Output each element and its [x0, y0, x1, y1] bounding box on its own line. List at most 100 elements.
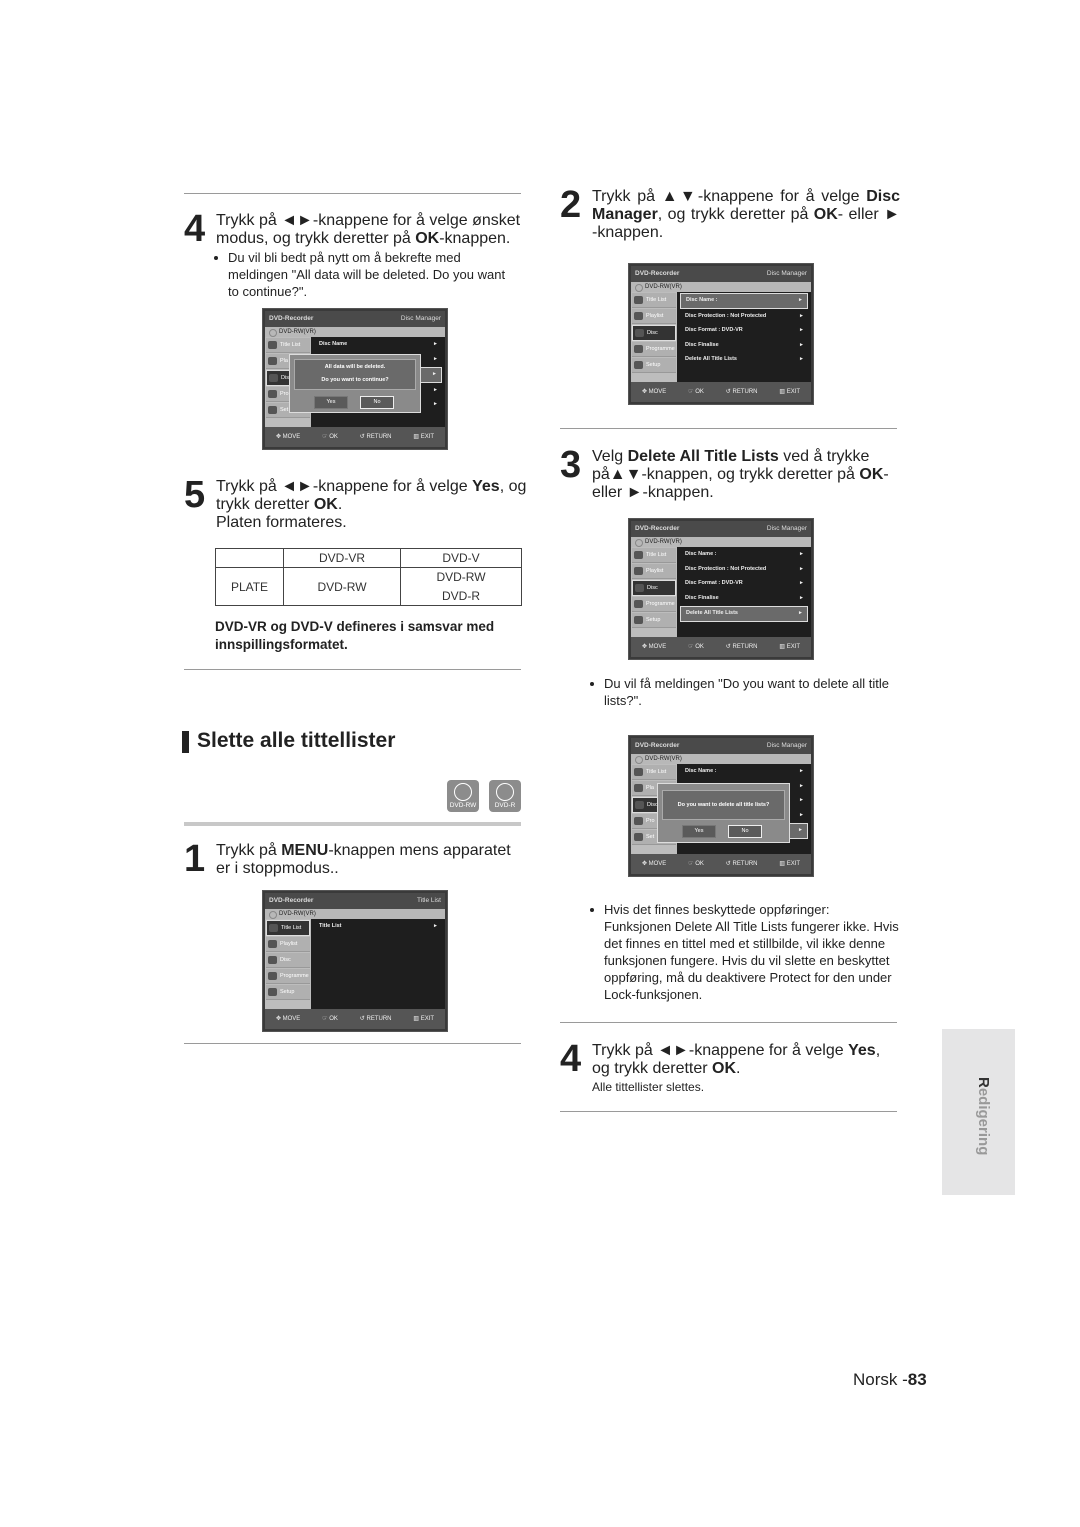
step-number: 1 [184, 838, 206, 880]
osd-sidebar: Title List Playlist Disc Manager Program… [631, 547, 677, 637]
clock-icon [634, 817, 643, 825]
no-button[interactable]: No [728, 825, 762, 838]
osd-sidebar: Title List Playlist Disc Manager Program… [265, 919, 311, 1009]
step-text: Trykk på ◄►-knappene for å velge Yes, og… [216, 478, 527, 531]
arrow-right-icon: ► [433, 923, 438, 929]
menu-title-list[interactable]: Title List [632, 548, 676, 563]
playlist-icon [268, 940, 277, 948]
menu-playlist[interactable]: Playlist [266, 937, 310, 952]
row-title-list[interactable]: Title List ► [314, 920, 442, 934]
menu-setup[interactable]: Setup [632, 358, 676, 373]
yes-button[interactable]: Yes [682, 825, 716, 838]
move-hint: ✥ MOVE [641, 861, 667, 867]
return-hint: ↺ RETURN [725, 861, 758, 867]
osd-title-list: DVD-Recorder Title List DVD-RW(VR) Title … [262, 890, 448, 1032]
row-disc-name[interactable]: Disc Name ► [314, 338, 442, 352]
menu-title-list[interactable]: Title List [266, 338, 310, 353]
clock-icon [268, 972, 277, 980]
row-disc-finalise[interactable]: Disc Finalise ► [680, 339, 808, 353]
format-table: DVD-VR DVD-V PLATE DVD-RW DVD-RW DVD-R [215, 548, 522, 606]
row-disc-name[interactable]: Disc Name : ► [680, 293, 808, 309]
menu-disc-manager[interactable]: Disc Manager [266, 953, 310, 977]
arrow-right-icon: ► [433, 355, 438, 362]
return-hint: ↺ RETURN [359, 1016, 392, 1022]
playlist-icon [268, 357, 277, 365]
osd-footer: ✥ MOVE ☞ OK ↺ RETURN ▥ EXIT [631, 382, 811, 402]
step-number: 2 [560, 184, 582, 226]
right-step-3: 3 Velg Delete All Title Lists ved å tryk… [560, 446, 900, 502]
gear-icon [634, 616, 643, 624]
move-hint: ✥ MOVE [275, 1016, 301, 1022]
yes-button[interactable]: Yes [314, 396, 348, 409]
arrow-right-icon: ► [433, 401, 438, 407]
menu-programme[interactable]: Programme [632, 342, 676, 357]
menu-playlist[interactable]: Playlist [632, 309, 676, 324]
row-disc-format[interactable]: Disc Format : DVD-VR ► [680, 324, 808, 338]
table-header: DVD-V [400, 548, 522, 568]
menu-setup[interactable]: Setup [266, 985, 310, 1000]
menu-disc-manager[interactable]: Disc Manager [632, 580, 676, 605]
menu-title-list[interactable]: Title List [266, 920, 310, 936]
ok-hint: ☞ OK [322, 1016, 338, 1022]
disc-type: DVD-RW(VR) [265, 909, 445, 919]
menu-title-list[interactable]: Title List [632, 765, 676, 780]
menu-title-list[interactable]: Title List [632, 293, 676, 308]
exit-hint: ▥ EXIT [779, 861, 801, 867]
arrow-right-icon: ► [799, 565, 804, 572]
menu-setup[interactable]: Setup [632, 613, 676, 628]
step-number: 5 [184, 474, 206, 516]
menu-programme[interactable]: Programme [632, 597, 676, 612]
disc-icon [269, 374, 278, 382]
arrow-right-icon: ► [799, 811, 804, 818]
table-cell: DVD-R [400, 586, 522, 606]
playlist-icon [634, 567, 643, 575]
gear-icon [268, 406, 277, 414]
osd-footer: ✥ MOVE ☞ OK ↺ RETURN ▥ EXIT [265, 1009, 445, 1029]
divider [184, 822, 521, 826]
ok-hint: ☞ OK [688, 861, 704, 867]
disc-type: DVD-RW(VR) [631, 282, 811, 292]
row-disc-protection[interactable]: Disc Protection : Not Protected ► [680, 563, 808, 577]
section-title: Slette alle tittellister [197, 729, 396, 752]
move-hint: ✥ MOVE [641, 389, 667, 395]
arrow-right-icon: ► [799, 312, 804, 319]
arrow-right-icon: ► [799, 797, 804, 803]
step-number: 4 [560, 1038, 582, 1080]
arrow-right-icon: ► [799, 580, 804, 586]
no-button[interactable]: No [360, 396, 394, 409]
osd-footer: ✥ MOVE ☞ OK ↺ RETURN ▥ EXIT [631, 637, 811, 657]
table-row-label: PLATE [215, 567, 284, 606]
row-disc-name[interactable]: Disc Name : ► [680, 765, 808, 779]
exit-hint: ▥ EXIT [413, 434, 435, 440]
arrow-right-icon: ► [799, 768, 804, 774]
row-delete-all-title-lists[interactable]: Delete All Title Lists ► [680, 353, 808, 367]
film-icon [634, 296, 643, 304]
clock-icon [634, 600, 643, 608]
menu-playlist[interactable]: Playlist [632, 564, 676, 579]
clock-icon [268, 390, 277, 398]
menu-programme[interactable]: Programme [266, 969, 310, 984]
chapter-tab: Redigering [942, 1029, 1015, 1195]
bullet-dot [214, 256, 218, 260]
arrow-right-icon: ► [433, 341, 438, 347]
table-cell: DVD-RW [400, 567, 522, 587]
gear-icon [634, 361, 643, 369]
row-disc-name[interactable]: Disc Name : ► [680, 548, 808, 562]
return-hint: ↺ RETURN [725, 389, 758, 395]
disc-icon [496, 783, 514, 801]
step-text: Trykk på ▲▼-knappene for å velge Disc Ma… [592, 188, 900, 241]
arrow-right-icon: ► [799, 341, 804, 348]
step-text: Velg Delete All Title Lists ved å trykke… [592, 448, 889, 501]
table-cell: DVD-RW [283, 567, 401, 606]
section-marker [182, 731, 189, 753]
row-disc-finalise[interactable]: Disc Finalise ► [680, 592, 808, 606]
row-delete-all-title-lists[interactable]: Delete All Title Lists ► [680, 606, 808, 622]
step-text: Trykk på MENU-knappen mens apparatet er … [216, 842, 511, 877]
row-disc-format[interactable]: Disc Format : DVD-VR ► [680, 577, 808, 591]
row-disc-protection[interactable]: Disc Protection : Not Protected ► [680, 310, 808, 324]
osd-footer: ✥ MOVE ☞ OK ↺ RETURN ▥ EXIT [265, 427, 445, 447]
menu-disc-manager[interactable]: Disc Manager [632, 325, 676, 350]
divider [184, 669, 521, 670]
dvd-rw-badge: DVD-RW [447, 780, 479, 812]
ok-hint: ☞ OK [322, 434, 338, 440]
